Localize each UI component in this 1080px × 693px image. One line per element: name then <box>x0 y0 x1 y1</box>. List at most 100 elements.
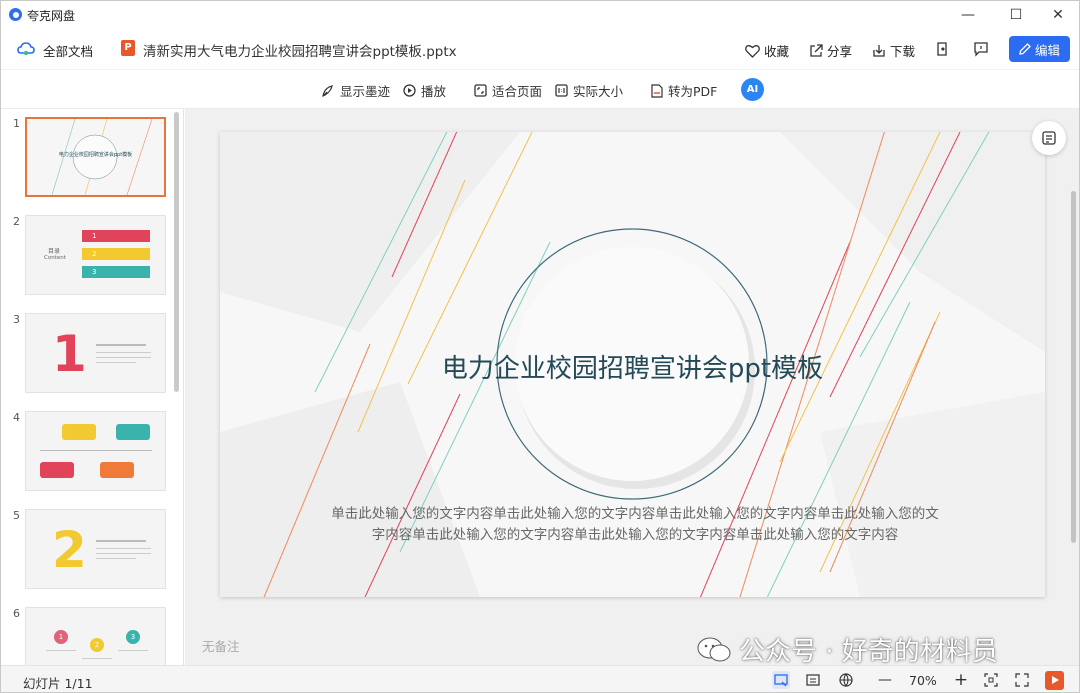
play-label: 播放 <box>421 84 447 99</box>
download-label: 下载 <box>890 44 916 59</box>
thumbnail-big-number: 2 <box>52 521 87 579</box>
thumbnail-toc-sublabel: Content <box>44 255 66 261</box>
document-header: 全部文档 P 清新实用大气电力企业校园招聘宣讲会ppt模板.pptx 收藏 分享… <box>1 29 1079 69</box>
export-icon[interactable] <box>935 41 951 57</box>
edit-button[interactable]: 编辑 <box>1009 36 1070 62</box>
download-icon <box>873 44 885 57</box>
speaker-notes[interactable]: 无备注 <box>202 636 240 655</box>
download-button[interactable]: 下载 <box>872 41 915 60</box>
normal-view-button[interactable] <box>772 671 790 689</box>
thumbnail-item[interactable]: 6 1 2 3 <box>1 607 176 665</box>
cloud-icon <box>17 42 35 56</box>
thumbnail-slide-5: 2 <box>25 509 166 589</box>
slide-view-icon <box>774 674 788 687</box>
thumbnail-number: 2 <box>13 215 20 228</box>
step-circle: 1 <box>54 630 68 644</box>
canvas-scrollbar[interactable] <box>1071 191 1076 543</box>
toc-item: 2 <box>82 248 150 260</box>
maximize-button[interactable]: ☐ <box>993 1 1039 29</box>
actual-size-button[interactable]: 实际大小 <box>555 81 623 100</box>
thumbnail-item[interactable]: 5 2 <box>1 509 176 593</box>
slideshow-play-icon[interactable] <box>1045 671 1064 690</box>
thumbnail-scrollbar[interactable] <box>174 112 179 392</box>
viewer-toolbar: 显示墨迹 播放 适合页面 实际大小 转为PDF AI <box>1 69 1079 109</box>
thumbnail-slide-6: 1 2 3 <box>25 607 166 665</box>
slide-thumbnail-panel: 1 电力企业校园招聘宣讲会ppt模板 2 目录 Content 1 2 3 3 … <box>1 109 184 665</box>
edit-label: 编辑 <box>1034 42 1060 58</box>
zoom-in-button[interactable]: + <box>952 670 970 690</box>
minimize-button[interactable]: — <box>945 1 991 29</box>
thumbnail-slide-2: 目录 Content 1 2 3 <box>25 215 166 295</box>
file-name: 清新实用大气电力企业校园招聘宣讲会ppt模板.pptx <box>143 44 457 60</box>
thumbnail-number: 3 <box>13 313 20 326</box>
step-circle: 2 <box>90 638 104 652</box>
step-circle: 3 <box>126 630 140 644</box>
thumbnail-item[interactable]: 2 目录 Content 1 2 3 <box>1 215 176 299</box>
ink-pen-icon <box>322 84 333 97</box>
wechat-icon <box>697 637 731 661</box>
pdf-icon <box>651 83 663 98</box>
thumbnail-toc-label: 目录 <box>48 248 61 255</box>
share-label: 分享 <box>827 44 853 59</box>
share-icon <box>810 43 823 57</box>
clipboard-list-icon <box>1042 131 1056 145</box>
ai-assistant-button[interactable]: AI <box>741 78 764 101</box>
play-circle-icon <box>403 84 416 97</box>
zoom-out-button[interactable]: — <box>876 671 894 689</box>
zoom-level: 70% <box>909 673 937 688</box>
title-bar: 夸克网盘 — ☐ ✕ <box>1 1 1079 29</box>
web-view-button[interactable] <box>837 671 855 689</box>
status-bar: 幻灯片 1/11 — 70% + <box>1 665 1079 692</box>
slide-body-line: 单击此处输入您的文字内容单击此处输入您的文字内容单击此处输入您的文字内容单击此处… <box>331 506 939 522</box>
thumbnail-item[interactable]: 1 电力企业校园招聘宣讲会ppt模板 <box>1 117 176 201</box>
thumbnail-number: 1 <box>13 117 20 130</box>
heart-icon <box>745 44 760 58</box>
fullscreen-icon <box>1015 673 1029 687</box>
favorite-button[interactable]: 收藏 <box>745 41 789 60</box>
slide-canvas: 电力企业校园招聘宣讲会ppt模板 单击此处输入您的文字内容单击此处输入您的文字内… <box>185 109 1079 668</box>
convert-pdf-button[interactable]: 转为PDF <box>650 81 717 100</box>
show-ink-button[interactable]: 显示墨迹 <box>321 81 390 100</box>
watermark-text: 公众号 · 好奇的材料员 <box>739 637 998 667</box>
slide-body-line: 字内容单击此处输入您的文字内容单击此处输入您的文字内容单击此处输入您的文字内容 <box>371 527 899 543</box>
pencil-icon <box>1019 43 1031 55</box>
fit-window-icon <box>984 673 998 687</box>
play-button[interactable]: 播放 <box>403 81 446 100</box>
toc-item: 3 <box>82 266 150 278</box>
breadcrumb-all-docs[interactable]: 全部文档 <box>43 41 93 60</box>
share-button[interactable]: 分享 <box>809 41 852 60</box>
fit-page-label: 适合页面 <box>492 84 543 99</box>
fit-page-icon <box>474 84 487 97</box>
slide-counter: 幻灯片 1/11 <box>23 676 93 691</box>
fit-window-button[interactable] <box>982 671 1000 689</box>
actual-size-icon <box>555 84 568 97</box>
slide-title[interactable]: 电力企业校园招聘宣讲会ppt模板 <box>220 348 1045 385</box>
close-button[interactable]: ✕ <box>1035 1 1079 29</box>
wechat-watermark: 公众号 · 好奇的材料员 <box>697 631 998 668</box>
thumbnail-slide-1: 电力企业校园招聘宣讲会ppt模板 <box>25 117 166 197</box>
notes-view-button[interactable] <box>804 671 822 689</box>
thumbnail-item[interactable]: 4 <box>1 411 176 495</box>
slide-body-text[interactable]: 单击此处输入您的文字内容单击此处输入您的文字内容单击此处输入您的文字内容单击此处… <box>315 504 955 546</box>
ppt-file-icon: P <box>121 40 135 56</box>
actual-size-label: 实际大小 <box>573 84 624 99</box>
show-ink-label: 显示墨迹 <box>340 84 391 99</box>
globe-icon <box>839 673 853 687</box>
thumbnail-item[interactable]: 3 1 <box>1 313 176 397</box>
thumbnail-big-number: 1 <box>52 325 87 383</box>
favorite-label: 收藏 <box>764 44 790 59</box>
fit-page-button[interactable]: 适合页面 <box>474 81 542 100</box>
current-slide: 电力企业校园招聘宣讲会ppt模板 单击此处输入您的文字内容单击此处输入您的文字内… <box>220 132 1045 597</box>
notes-icon <box>806 674 820 686</box>
fullscreen-button[interactable] <box>1013 671 1031 689</box>
thumbnail-number: 5 <box>13 509 20 522</box>
floating-tool-button[interactable] <box>1032 121 1066 155</box>
comment-icon[interactable] <box>973 41 989 57</box>
toc-item: 1 <box>82 230 150 242</box>
thumbnail-slide-3: 1 <box>25 313 166 393</box>
thumbnail-number: 4 <box>13 411 20 424</box>
app-name: 夸克网盘 <box>27 9 76 23</box>
app-window: 夸克网盘 — ☐ ✕ 全部文档 P 清新实用大气电力企业校园招聘宣讲会ppt模板… <box>0 0 1080 693</box>
convert-pdf-label: 转为PDF <box>668 84 718 99</box>
thumbnail-caption: 电力企业校园招聘宣讲会ppt模板 <box>58 152 133 158</box>
